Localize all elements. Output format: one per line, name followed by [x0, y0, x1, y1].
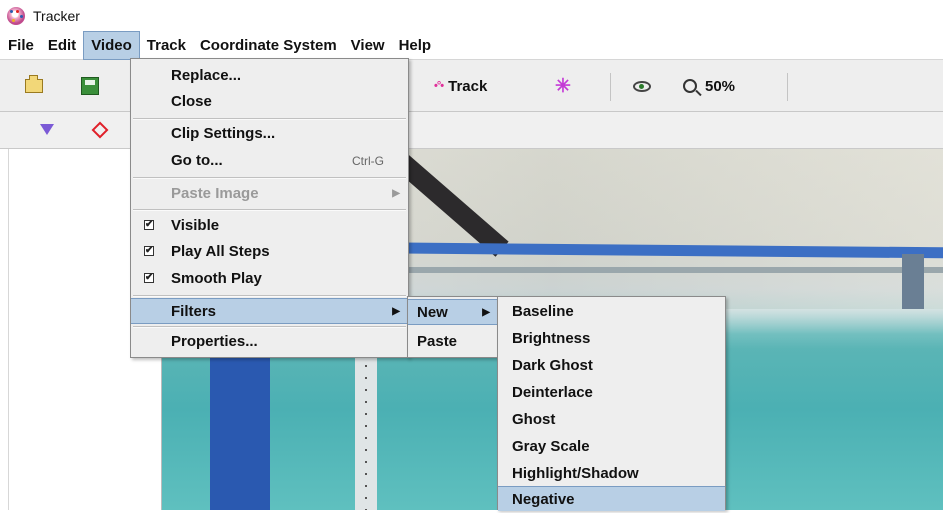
- menu-edit[interactable]: Edit: [41, 31, 83, 60]
- right-post: [902, 254, 924, 309]
- menu-item-replace[interactable]: Replace...: [131, 63, 408, 89]
- checkbox-checked-icon: [144, 212, 154, 238]
- menu-item-play-all-steps[interactable]: Play All Steps: [131, 238, 408, 265]
- starburst-icon: ✳: [555, 75, 571, 97]
- menu-item-highlight-shadow[interactable]: Highlight/Shadow: [498, 461, 725, 487]
- menu-separator: [133, 295, 406, 297]
- title-bar: Tracker: [0, 0, 943, 31]
- menu-item-paste-image: Paste Image ▶: [131, 181, 408, 207]
- menu-file[interactable]: File: [1, 31, 41, 60]
- go-to-shortcut: Ctrl-G: [352, 154, 384, 168]
- menu-item-baseline[interactable]: Baseline: [498, 299, 725, 325]
- menu-track[interactable]: Track: [140, 31, 193, 60]
- menu-view[interactable]: View: [344, 31, 392, 60]
- open-folder-icon[interactable]: [25, 75, 43, 93]
- menu-separator: [133, 177, 406, 179]
- checkbox-checked-icon: [144, 265, 154, 291]
- menu-separator: [133, 209, 406, 211]
- visibility-button[interactable]: [633, 73, 651, 99]
- triangle-marker-icon[interactable]: [40, 124, 54, 135]
- tracker-app-icon: [7, 6, 25, 25]
- menu-item-negative[interactable]: Negative: [498, 486, 725, 511]
- save-icon[interactable]: [81, 77, 99, 95]
- menu-separator: [133, 118, 406, 120]
- eye-icon: [633, 80, 651, 92]
- menu-item-new[interactable]: New ▶: [408, 299, 498, 325]
- toolbar-divider: [610, 73, 611, 101]
- track-button-label: Track: [448, 77, 488, 95]
- window-title: Tracker: [33, 7, 80, 24]
- submenu-arrow-icon: ▶: [482, 307, 490, 318]
- rail: [402, 267, 943, 273]
- magnifier-icon: [683, 79, 697, 93]
- menu-item-go-to[interactable]: Go to... Ctrl-G: [131, 148, 408, 174]
- menu-item-visible[interactable]: Visible: [131, 212, 408, 239]
- video-menu: Replace... Close Clip Settings... Go to.…: [130, 58, 409, 358]
- track-button[interactable]: •°• Track: [434, 73, 487, 99]
- menu-item-deinterlace[interactable]: Deinterlace: [498, 380, 725, 406]
- menu-item-clip-settings[interactable]: Clip Settings...: [131, 121, 408, 147]
- submenu-arrow-icon: ▶: [392, 306, 400, 317]
- autotracker-button[interactable]: ✳: [555, 73, 571, 99]
- menu-item-gray-scale[interactable]: Gray Scale: [498, 434, 725, 460]
- filters-submenu: New ▶ Paste: [407, 296, 499, 358]
- menu-item-paste[interactable]: Paste: [408, 329, 498, 355]
- submenu-arrow-icon: ▶: [392, 188, 400, 199]
- track-points-icon: •°•: [434, 80, 444, 92]
- menu-separator: [133, 326, 406, 328]
- diamond-marker-icon[interactable]: [91, 121, 109, 139]
- menu-item-ghost[interactable]: Ghost: [498, 407, 725, 433]
- menu-item-properties[interactable]: Properties...: [131, 329, 408, 355]
- menu-bar: File Edit Video Track Coordinate System …: [0, 30, 943, 60]
- zoom-level: 50%: [705, 77, 736, 95]
- menu-item-dark-ghost[interactable]: Dark Ghost: [498, 353, 725, 379]
- menu-item-smooth-play[interactable]: Smooth Play: [131, 265, 408, 292]
- menu-item-brightness[interactable]: Brightness: [498, 326, 725, 352]
- menu-item-close[interactable]: Close: [131, 89, 408, 115]
- checkbox-checked-icon: [144, 238, 154, 264]
- toolbar-divider: [787, 73, 788, 101]
- menu-video[interactable]: Video: [83, 30, 140, 60]
- menu-help[interactable]: Help: [392, 31, 439, 60]
- new-filter-submenu: Baseline Brightness Dark Ghost Deinterla…: [497, 296, 726, 511]
- menu-item-filters[interactable]: Filters ▶: [131, 298, 408, 324]
- menu-coordinate-system[interactable]: Coordinate System: [193, 31, 344, 60]
- zoom-button[interactable]: 50%: [683, 73, 735, 99]
